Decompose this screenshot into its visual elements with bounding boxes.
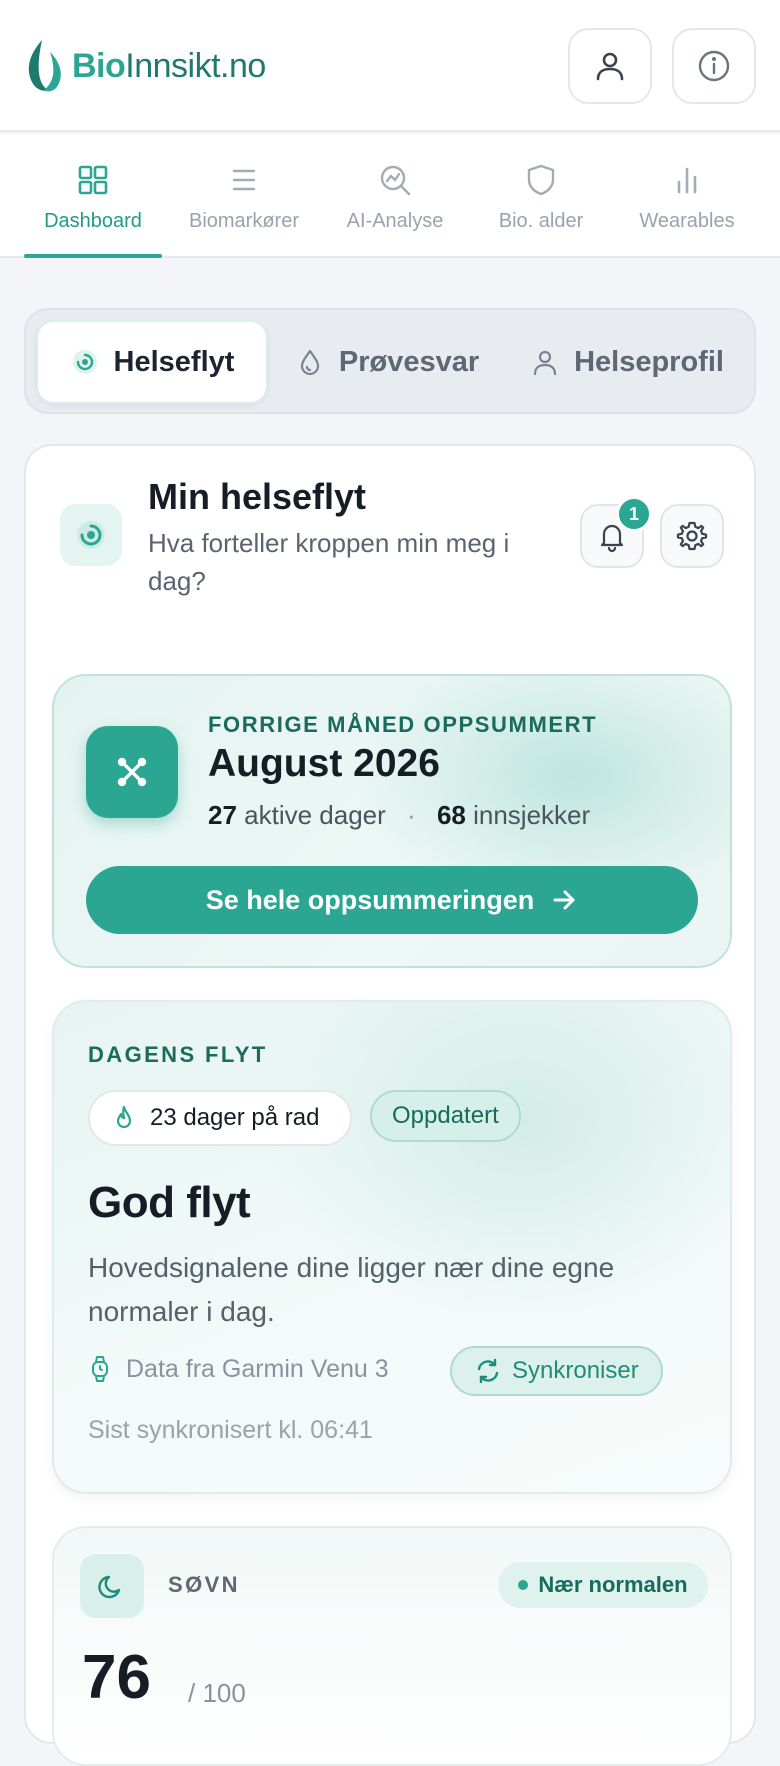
- helseflyt-icon: [60, 504, 122, 566]
- data-source-text: Data fra Garmin Venu 3: [126, 1354, 389, 1383]
- see-full-summary-label: Se hele oppsummeringen: [205, 884, 535, 915]
- segment-provesvar[interactable]: Prøvesvar: [278, 320, 496, 404]
- brand-logo[interactable]: BioInnsikt.no: [24, 38, 266, 94]
- user-icon: [596, 52, 624, 81]
- gear-icon: [676, 521, 708, 551]
- info-button[interactable]: [672, 28, 756, 104]
- streak-pill: 23 dager på rad: [88, 1090, 352, 1146]
- summary-icon: [86, 726, 178, 818]
- last-sync-text: Sist synkronisert kl. 06:41: [88, 1416, 373, 1444]
- section-switcher: Helseflyt Prøvesvar Helseprofil: [24, 308, 756, 414]
- tab-dashboard[interactable]: Dashboard: [18, 134, 168, 258]
- bar-chart-icon: [677, 167, 697, 194]
- brand-rest: Innsikt.no: [125, 46, 266, 85]
- person-icon: [533, 350, 557, 376]
- daily-flow-title: God flyt: [88, 1178, 251, 1227]
- tab-dashboard-label: Dashboard: [44, 210, 142, 232]
- sync-button-label: Synkroniser: [512, 1357, 639, 1384]
- watch-icon: [92, 1356, 108, 1382]
- daily-flow-kicker: DAGENS FLYT: [88, 1042, 268, 1067]
- segment-helseflyt[interactable]: Helseflyt: [36, 320, 268, 404]
- active-days-label: aktive dager: [244, 800, 386, 830]
- sleep-score-max: / 100: [188, 1678, 246, 1708]
- tab-ai-analysis-label: AI-Analyse: [346, 210, 444, 232]
- flame-icon: [116, 1105, 132, 1129]
- tab-biomarkers[interactable]: Biomarkører: [169, 134, 319, 258]
- sleep-status-text: Nær normalen: [538, 1572, 688, 1597]
- leaf-logo-icon: [28, 40, 61, 92]
- tab-wearables-label: Wearables: [639, 210, 735, 232]
- moon-icon: [98, 1575, 121, 1599]
- active-days-value: 27: [208, 800, 237, 830]
- streak-text: 23 dager på rad: [150, 1104, 320, 1131]
- refresh-icon: [477, 1358, 499, 1384]
- tab-ai-analysis[interactable]: AI-Analyse: [320, 134, 470, 258]
- helseflyt-card: Min helseflyt Hva forteller kroppen min …: [24, 444, 756, 1766]
- helseflyt-subtitle: Hva forteller kroppen min meg i dag?: [148, 528, 510, 596]
- sleep-score: 76: [82, 1643, 151, 1712]
- checkins-label: innsjekker: [473, 800, 591, 830]
- pulse-ring-icon: [72, 350, 97, 374]
- sleep-label: SØVN: [168, 1572, 240, 1597]
- see-full-summary-button[interactable]: Se hele oppsummeringen: [86, 866, 698, 934]
- segment-helseflyt-label: Helseflyt: [113, 345, 235, 378]
- helseflyt-title: Min helseflyt: [148, 476, 367, 517]
- summary-kicker: FORRIGE MÅNED OPPSUMMERT: [208, 712, 598, 737]
- tab-wearables[interactable]: Wearables: [612, 134, 762, 258]
- arrow-right-icon: [553, 890, 575, 910]
- info-icon: [698, 50, 730, 82]
- shield-icon: [527, 164, 555, 196]
- tab-biomarkers-label: Biomarkører: [188, 210, 299, 232]
- brand-bio: Bio: [72, 46, 126, 85]
- segment-provesvar-label: Prøvesvar: [338, 345, 480, 378]
- pulse-ring-icon: [77, 521, 105, 549]
- updated-status-pill: Oppdatert: [370, 1090, 521, 1142]
- segment-helseprofil[interactable]: Helseprofil: [506, 320, 748, 404]
- daily-flow-card: DAGENS FLYT 23 dager på rad Oppdatert Go…: [52, 1000, 732, 1494]
- sleep-status-badge: Nær normalen: [498, 1562, 708, 1608]
- settings-button[interactable]: [660, 504, 724, 568]
- summary-stats: 27 aktive dager · 68 innsjekker: [208, 800, 590, 831]
- daily-flow-description: Hovedsignalene dine ligger nær dine egne…: [88, 1252, 615, 1327]
- status-dot: [518, 1580, 529, 1590]
- sleep-icon-box: [80, 1554, 144, 1618]
- tab-bio-age[interactable]: Bio. alder: [466, 134, 616, 258]
- segment-helseprofil-label: Helseprofil: [574, 345, 724, 378]
- active-tab-indicator: [24, 254, 162, 258]
- analysis-icon: [380, 165, 411, 196]
- app-header: BioInnsikt.no: [0, 0, 780, 132]
- droplet-icon: [300, 349, 319, 376]
- notification-count-badge: 1: [616, 496, 652, 532]
- sync-button[interactable]: Synkroniser: [450, 1346, 663, 1396]
- main-tab-bar: Dashboard Biomarkører AI-Analyse Bio. al…: [0, 134, 780, 258]
- monthly-summary-card: FORRIGE MÅNED OPPSUMMERT August 2026 27 …: [52, 674, 732, 968]
- list-icon: [232, 169, 256, 191]
- data-source: Data fra Garmin Venu 3: [88, 1354, 389, 1384]
- sleep-card[interactable]: SØVN Nær normalen 76 / 100: [52, 1526, 732, 1766]
- profile-button[interactable]: [568, 28, 652, 104]
- expand-cross-icon: [117, 757, 147, 787]
- summary-title: August 2026: [208, 742, 440, 785]
- checkins-value: 68: [436, 800, 466, 830]
- grid-icon: [78, 165, 108, 195]
- tab-bio-age-label: Bio. alder: [498, 210, 584, 232]
- stats-separator: ·: [407, 800, 416, 830]
